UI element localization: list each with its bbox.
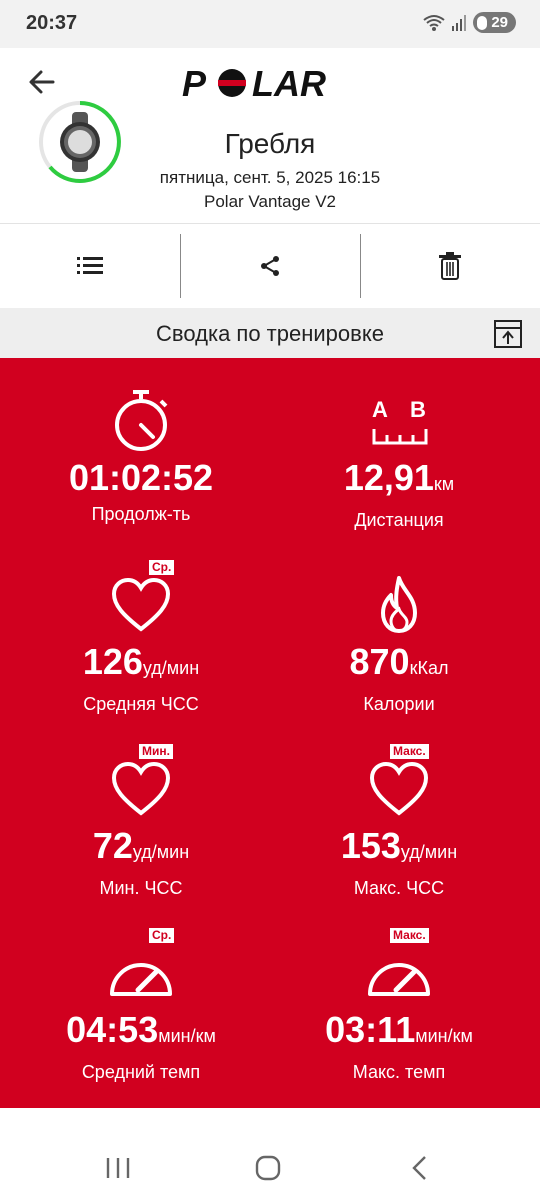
stopwatch-icon [115, 390, 168, 451]
stat-duration: 01:02:52 Продолж-ть [6, 386, 276, 525]
stat-max-hr: Макс. 153уд/мин Макс. ЧСС [264, 744, 534, 899]
list-button[interactable] [0, 225, 180, 307]
stat-min-hr: Мин. 72уд/мин Мин. ЧСС [6, 744, 276, 899]
stat-distance: AB 12,91км Дистанция [264, 386, 534, 531]
status-icons: 29 [423, 12, 516, 33]
duration-label: Продолж-ть [91, 504, 191, 524]
polar-logo: P LAR [182, 64, 326, 102]
distance-label: Дистанция [354, 510, 444, 530]
distance-icon-b: B [410, 397, 426, 422]
avg-pace-label: Средний темп [81, 1062, 201, 1082]
distance-icon-a: A [372, 397, 388, 422]
min-hr-label: Мин. ЧСС [99, 878, 183, 898]
battery-indicator: 29 [473, 12, 516, 33]
min-hr-value: 72 [92, 825, 133, 866]
avg-hr-tag: Ср. [149, 560, 175, 575]
max-pace-unit: мин/км [415, 1026, 473, 1046]
avg-hr-value: 126 [82, 641, 143, 682]
back-nav-button[interactable] [400, 1148, 440, 1188]
duration-value: 01:02:52 [68, 457, 214, 498]
min-hr-tag: Мин. [139, 744, 173, 759]
summary-bar: Сводка по тренировке [0, 308, 540, 358]
export-icon [494, 320, 522, 348]
gauge-icon [110, 963, 172, 996]
action-toolbar [0, 225, 540, 307]
summary-title: Сводка по тренировке [156, 321, 384, 346]
calories-label: Калории [363, 694, 435, 714]
max-hr-value: 153 [340, 825, 401, 866]
export-button[interactable] [494, 320, 522, 348]
max-pace-label: Макс. темп [352, 1062, 446, 1082]
list-icon [77, 257, 103, 274]
delete-button[interactable] [360, 225, 540, 307]
heart-icon [369, 761, 429, 816]
arrow-left-icon [29, 70, 55, 94]
avg-hr-unit: уд/мин [142, 658, 200, 678]
status-time: 20:37 [26, 12, 78, 34]
share-icon [261, 256, 279, 276]
calories-unit: кКал [409, 658, 449, 678]
heart-icon [111, 761, 171, 816]
device-name: Polar Vantage V2 [204, 192, 336, 211]
svg-text:LAR: LAR [252, 64, 326, 102]
wifi-icon [423, 14, 445, 31]
workout-header: P LAR Гребля пятница, сент. 5, 2025 16:1… [0, 48, 540, 224]
trash-icon [439, 252, 461, 280]
chevron-left-icon [412, 1156, 426, 1180]
home-icon [255, 1155, 281, 1181]
svg-text:P: P [182, 64, 207, 102]
distance-icon: AB [372, 397, 428, 445]
max-hr-tag: Макс. [390, 744, 429, 759]
stat-calories: 870кКал Калории [264, 570, 534, 715]
avg-pace-value: 04:53 [66, 1009, 159, 1050]
share-button[interactable] [180, 225, 360, 307]
flame-icon [381, 576, 417, 633]
max-hr-label: Макс. ЧСС [353, 878, 445, 898]
distance-value: 12,91 [343, 457, 434, 498]
signal-icon [452, 14, 467, 31]
avg-pace-tag: Ср. [149, 928, 175, 943]
max-hr-unit: уд/мин [400, 842, 458, 862]
status-bar: 20:37 29 [0, 0, 540, 48]
device-image [38, 100, 122, 184]
stats-panel: 01:02:52 Продолж-ть AB 12,91км Дистанция… [0, 358, 540, 1108]
avg-hr-label: Средняя ЧСС [83, 694, 199, 714]
gauge-icon [368, 963, 430, 996]
heart-icon [111, 577, 171, 632]
stat-max-pace: Макс. 03:11мин/км Макс. темп [264, 928, 534, 1083]
recent-apps-button[interactable] [98, 1148, 138, 1188]
sport-title: Гребля [224, 128, 316, 159]
workout-date: пятница, сент. 5, 2025 16:15 [159, 168, 381, 187]
stat-avg-hr: Ср. 126уд/мин Средняя ЧСС [6, 560, 276, 715]
max-pace-tag: Макс. [390, 928, 429, 943]
system-nav-bar [0, 1108, 540, 1200]
min-hr-unit: уд/мин [132, 842, 190, 862]
avg-pace-unit: мин/км [158, 1026, 216, 1046]
stat-avg-pace: Ср. 04:53мин/км Средний темп [6, 928, 276, 1083]
recent-apps-icon [106, 1158, 130, 1178]
home-button[interactable] [248, 1148, 288, 1188]
distance-unit: км [433, 474, 455, 494]
back-button[interactable] [26, 66, 58, 98]
calories-value: 870 [349, 641, 410, 682]
max-pace-value: 03:11 [325, 1009, 416, 1050]
